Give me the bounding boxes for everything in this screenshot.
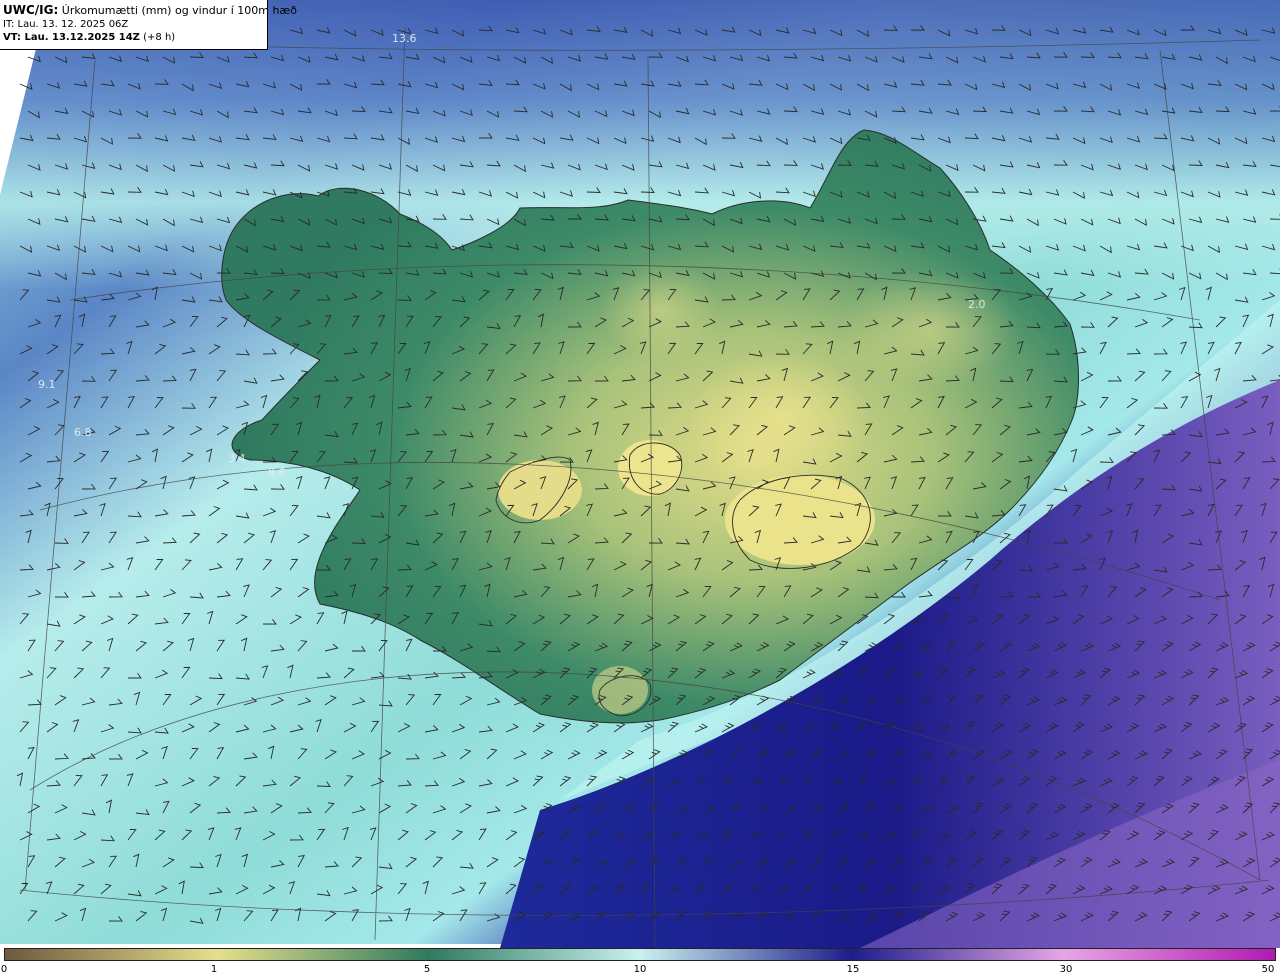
colorbar-tick: 50 (1261, 964, 1275, 975)
map-value-label: 9.1 (38, 378, 56, 391)
map-title-box: UWC/IG: Úrkomumætti (mm) og vindur í 100… (0, 0, 297, 50)
colorbar-tick: 1 (210, 964, 218, 975)
precipitation-map: UWC/IG: Úrkomumætti (mm) og vindur í 100… (0, 0, 1280, 948)
colorbar-tick: 30 (1059, 964, 1073, 975)
init-time: IT: Lau. 13. 12. 2025 06Z (3, 19, 129, 30)
colorbar-gradient (4, 948, 1276, 961)
map-value-label: 13.6 (392, 32, 417, 45)
field-name: Úrkomumætti (mm) og vindur í 100m hæð (58, 4, 297, 17)
map-value-label: 3.4 (228, 452, 246, 465)
map-canvas (0, 0, 1280, 948)
title-line-field: UWC/IG: Úrkomumætti (mm) og vindur í 100… (3, 3, 297, 18)
valid-time: VT: Lau. 13.12.2025 14Z (3, 32, 140, 43)
map-value-label: 2.0 (968, 298, 986, 311)
colorbar-tick: 5 (423, 964, 431, 975)
colorbar-tick: 0 (0, 964, 8, 975)
colorbar: 0 1 5 10 15 30 50 (0, 948, 1280, 978)
map-value-label: 8.6 (268, 466, 286, 479)
lead-time: (+8 h) (139, 32, 176, 43)
colorbar-tick: 15 (846, 964, 860, 975)
model-name: UWC/IG: (3, 3, 59, 17)
colorbar-tick: 10 (633, 964, 647, 975)
map-value-label: 6.8 (74, 426, 92, 439)
valid-time-line: VT: Lau. 13.12.2025 14Z (+8 h) (3, 31, 267, 44)
